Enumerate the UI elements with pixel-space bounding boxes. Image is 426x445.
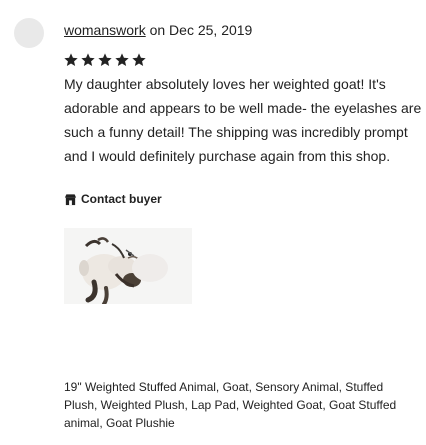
- star-rating: [63, 52, 147, 70]
- contact-buyer-button[interactable]: Contact buyer: [64, 192, 162, 206]
- star-icon: [80, 52, 96, 70]
- review-byline: womanswork on Dec 25, 2019: [64, 20, 252, 40]
- review-card: womanswork on Dec 25, 2019 My daughter a…: [0, 0, 426, 445]
- product-title-link[interactable]: 19" Weighted Stuffed Animal, Goat, Senso…: [64, 378, 416, 432]
- review-text: My daughter absolutely loves her weighte…: [64, 76, 422, 164]
- star-icon: [63, 52, 79, 70]
- reviewer-link[interactable]: womanswork: [64, 22, 146, 38]
- star-icon: [97, 52, 113, 70]
- product-image[interactable]: [64, 228, 192, 304]
- star-icon: [114, 52, 130, 70]
- review-date: on Dec 25, 2019: [145, 22, 253, 38]
- goat-plushie-photo: [64, 228, 192, 304]
- contact-buyer-label: Contact buyer: [81, 192, 162, 206]
- star-icon: [131, 52, 147, 70]
- shop-icon: [64, 193, 77, 206]
- avatar[interactable]: [14, 18, 44, 48]
